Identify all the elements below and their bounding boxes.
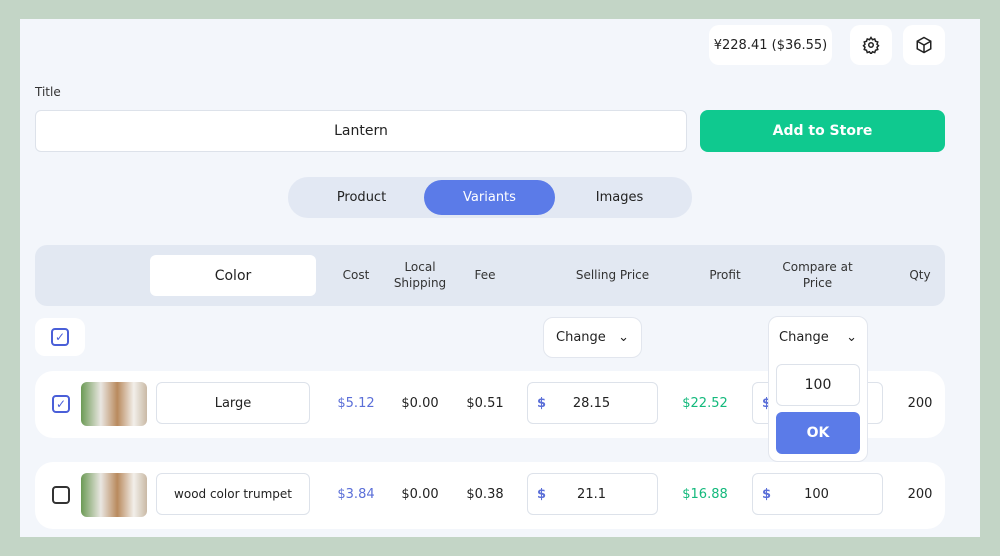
table-header: Color Cost Local Shipping Fee Selling Pr…	[35, 245, 945, 306]
balance-badge: ¥228.41 ($36.55)	[709, 25, 832, 65]
variant-name-input[interactable]: wood color trumpet	[156, 473, 310, 515]
cost-header: Cost	[342, 268, 370, 282]
settings-button[interactable]	[850, 25, 892, 65]
select-all-checkbox[interactable]: ✓	[51, 328, 69, 346]
cost-value: $5.12	[337, 396, 375, 411]
selling-price-input[interactable]: $21.1	[527, 473, 658, 515]
title-label: Title	[35, 85, 61, 99]
variant-name-input[interactable]: Large	[156, 382, 310, 424]
select-all-wrap: ✓	[35, 318, 85, 356]
compare-price-input[interactable]: $100	[752, 473, 883, 515]
row-checkbox[interactable]: ✓	[52, 395, 70, 413]
fee-header: Fee	[474, 268, 496, 282]
fee-value: $0.51	[466, 396, 504, 411]
qty-header: Qty	[909, 268, 931, 282]
currency-symbol: $	[537, 486, 547, 502]
selling-price-value: 28.15	[572, 395, 611, 411]
package-button[interactable]	[903, 25, 945, 65]
chevron-down-icon: ⌄	[618, 330, 629, 345]
row-checkbox[interactable]	[52, 486, 70, 504]
compare-at-price-header: Compare at Price	[782, 260, 853, 290]
qty-value: 200	[907, 487, 933, 502]
qty-value: 200	[907, 396, 933, 411]
cost-value: $3.84	[337, 487, 375, 502]
compare-price-value: 100	[804, 486, 829, 502]
selling-change-label: Change	[556, 330, 606, 345]
table-row: wood color trumpet $3.84 $0.00 $0.38 $21…	[35, 462, 945, 529]
compare-change-select[interactable]: Change ⌄	[769, 317, 867, 357]
gear-icon	[862, 36, 880, 54]
fee-value: $0.38	[466, 487, 504, 502]
product-thumbnail	[81, 473, 147, 517]
bulk-value-input[interactable]: 100	[776, 364, 860, 406]
currency-symbol: $	[537, 395, 547, 411]
tab-images[interactable]: Images	[554, 180, 685, 215]
selling-price-change-select[interactable]: Change ⌄	[543, 317, 642, 358]
selling-price-header: Selling Price	[575, 268, 650, 282]
currency-symbol: $	[762, 486, 772, 502]
profit-value: $16.88	[682, 487, 728, 502]
variants-panel: ¥228.41 ($36.55) Title Lantern Add to St…	[20, 19, 980, 537]
title-input[interactable]: Lantern	[35, 110, 687, 152]
shipping-value: $0.00	[401, 487, 439, 502]
tab-product[interactable]: Product	[296, 180, 427, 215]
local-shipping-header: Local Shipping	[393, 260, 447, 290]
package-icon	[916, 36, 932, 54]
compare-change-label: Change	[779, 329, 829, 345]
profit-value: $22.52	[682, 396, 728, 411]
compare-price-change-dropdown: Change ⌄ 100 OK	[768, 316, 868, 462]
ok-button[interactable]: OK	[776, 412, 860, 454]
color-column-header[interactable]: Color	[150, 255, 316, 296]
profit-header: Profit	[709, 268, 741, 282]
shipping-value: $0.00	[401, 396, 439, 411]
selling-price-value: 21.1	[577, 486, 606, 502]
product-thumbnail	[81, 382, 147, 426]
add-to-store-button[interactable]: Add to Store	[700, 110, 945, 152]
tab-variants[interactable]: Variants	[424, 180, 555, 215]
selling-price-input[interactable]: $28.15	[527, 382, 658, 424]
chevron-down-icon: ⌄	[846, 329, 857, 345]
tab-bar: Product Variants Images	[288, 177, 692, 218]
